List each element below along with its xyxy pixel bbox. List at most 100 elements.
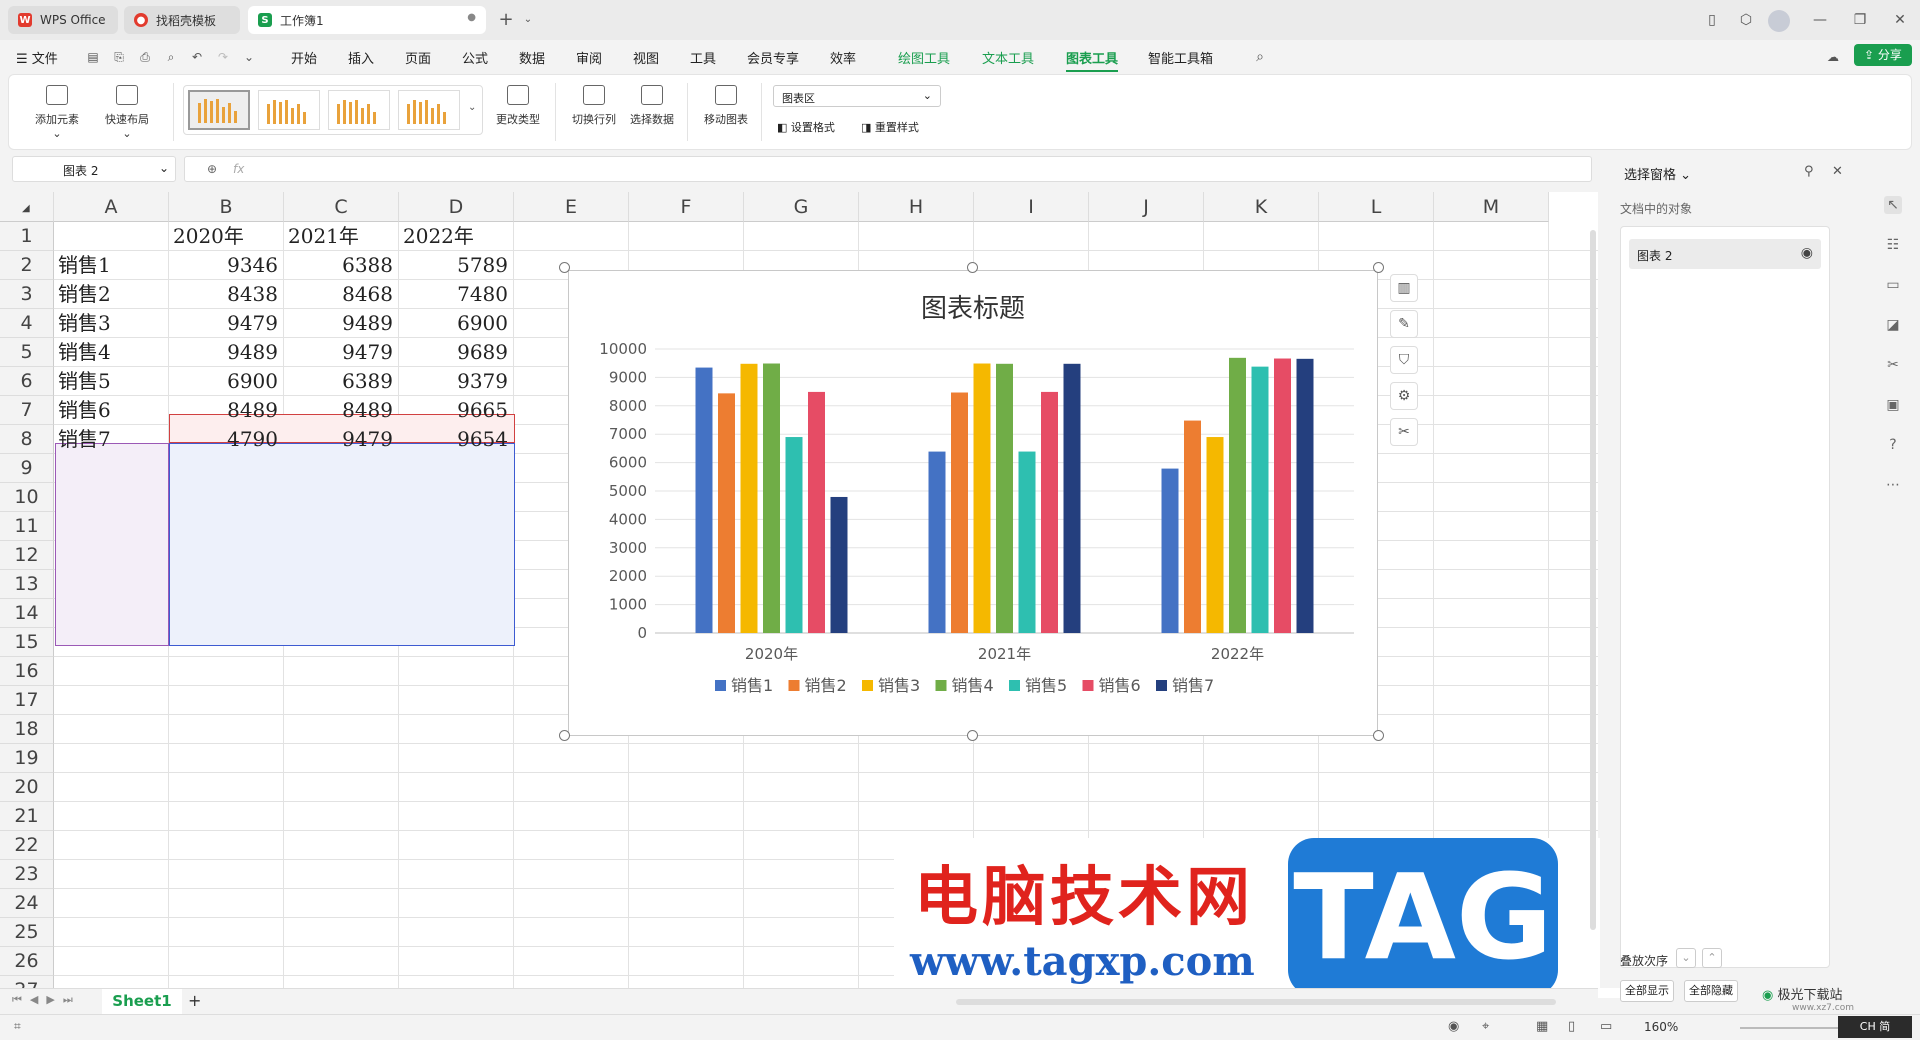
menu-review[interactable]: 审阅 — [576, 48, 602, 67]
move-chart-button[interactable]: 移动图表 — [701, 85, 751, 127]
normal-view-icon[interactable]: ▦ — [1536, 1019, 1548, 1034]
row-header[interactable]: 26 — [0, 947, 54, 976]
resize-handle[interactable] — [967, 262, 978, 273]
value-cell[interactable]: 6389 — [288, 367, 393, 396]
menu-page[interactable]: 页面 — [405, 48, 431, 67]
menu-text-tools[interactable]: 文本工具 — [982, 48, 1034, 67]
eye-protect-icon[interactable]: ◉ — [1448, 1019, 1459, 1034]
column-header-E[interactable]: E — [514, 192, 629, 222]
header-cell[interactable]: 2020年 — [173, 222, 280, 251]
row-header[interactable]: 13 — [0, 570, 54, 599]
fx-icon[interactable]: fx — [233, 162, 244, 176]
column-header-C[interactable]: C — [284, 192, 399, 222]
column-header-F[interactable]: F — [629, 192, 744, 222]
column-header-G[interactable]: G — [744, 192, 859, 222]
unsaved-dot-icon[interactable]: ● — [467, 12, 476, 23]
menu-view[interactable]: 视图 — [633, 48, 659, 67]
resize-handle[interactable] — [1373, 730, 1384, 741]
more-chevron-icon[interactable]: ⌄ — [242, 50, 256, 64]
undo-icon[interactable]: ↶ — [190, 50, 204, 64]
row-header[interactable]: 23 — [0, 860, 54, 889]
zoom-slider[interactable] — [1740, 1027, 1840, 1029]
resize-handle[interactable] — [559, 730, 570, 741]
save-icon[interactable]: ▤ — [86, 50, 100, 64]
menu-efficiency[interactable]: 效率 — [830, 48, 856, 67]
value-cell[interactable]: 9489 — [173, 338, 278, 367]
search-icon[interactable]: ⌕ — [1253, 50, 1267, 64]
value-cell[interactable]: 5789 — [403, 251, 508, 280]
properties-icon[interactable]: ☷ — [1884, 236, 1902, 254]
cube-icon[interactable]: ⬡ — [1736, 10, 1756, 30]
column-header-B[interactable]: B — [169, 192, 284, 222]
show-all-button[interactable]: 全部显示 — [1620, 980, 1674, 1002]
change-type-button[interactable]: 更改类型 — [493, 85, 543, 127]
resize-handle[interactable] — [559, 262, 570, 273]
reset-style-button[interactable]: ◨ 重置样式 — [861, 119, 919, 135]
horizontal-scrollbar[interactable] — [956, 999, 1556, 1005]
share-button[interactable]: ⇪ 分享 — [1854, 44, 1912, 66]
move-up-icon[interactable]: ⌃ — [1702, 948, 1722, 968]
print-icon[interactable]: ⎙ — [138, 50, 152, 64]
value-cell[interactable]: 9379 — [403, 367, 508, 396]
column-header-J[interactable]: J — [1089, 192, 1204, 222]
value-cell[interactable]: 9479 — [288, 425, 393, 454]
column-header-K[interactable]: K — [1204, 192, 1319, 222]
resize-handle[interactable] — [1373, 262, 1384, 273]
selection-pane-title[interactable]: 选择窗格 ⌄ — [1624, 164, 1691, 183]
row-header[interactable]: 2 — [0, 251, 54, 280]
set-format-button[interactable]: ◧ 设置格式 — [777, 119, 835, 135]
value-cell[interactable]: 9665 — [403, 396, 508, 425]
zoom-level[interactable]: 160% — [1644, 1020, 1678, 1034]
row-header[interactable]: 17 — [0, 686, 54, 715]
label-cell[interactable]: 销售3 — [58, 309, 165, 338]
print-preview-icon[interactable]: ⌕ — [164, 50, 178, 64]
row-header[interactable]: 19 — [0, 744, 54, 773]
pin-icon[interactable]: ⚲ — [1804, 164, 1814, 179]
chart-style-brush-icon[interactable]: ✎ — [1390, 310, 1418, 338]
read-view-icon[interactable]: ▭ — [1600, 1019, 1612, 1034]
add-element-button[interactable]: 添加元素 ⌄ — [29, 85, 85, 140]
row-header[interactable]: 25 — [0, 918, 54, 947]
row-header[interactable]: 3 — [0, 280, 54, 309]
row-header[interactable]: 24 — [0, 889, 54, 918]
help-icon[interactable]: ? — [1884, 436, 1902, 454]
value-cell[interactable]: 9346 — [173, 251, 278, 280]
value-cell[interactable]: 7480 — [403, 280, 508, 309]
column-header-D[interactable]: D — [399, 192, 514, 222]
column-header-I[interactable]: I — [974, 192, 1089, 222]
row-header[interactable]: 20 — [0, 773, 54, 802]
quick-layout-button[interactable]: 快速布局 ⌄ — [99, 85, 155, 140]
column-header-L[interactable]: L — [1319, 192, 1434, 222]
row-header[interactable]: 18 — [0, 715, 54, 744]
chart-style-thumb[interactable] — [398, 90, 460, 130]
label-cell[interactable]: 销售7 — [58, 425, 165, 454]
chart-style-thumb[interactable] — [328, 90, 390, 130]
shape-icon[interactable]: ◪ — [1884, 316, 1902, 334]
name-box[interactable]: 图表 2 ⌄ — [12, 156, 176, 182]
minimize-icon[interactable]: — — [1810, 10, 1830, 30]
row-header[interactable]: 16 — [0, 657, 54, 686]
menu-member[interactable]: 会员专享 — [747, 48, 799, 67]
more-icon[interactable]: ⋯ — [1884, 476, 1902, 494]
vertical-scrollbar[interactable] — [1590, 230, 1596, 930]
value-cell[interactable]: 9654 — [403, 425, 508, 454]
label-cell[interactable]: 销售4 — [58, 338, 165, 367]
column-header-H[interactable]: H — [859, 192, 974, 222]
value-cell[interactable]: 9479 — [173, 309, 278, 338]
label-cell[interactable]: 销售5 — [58, 367, 165, 396]
avatar[interactable] — [1768, 10, 1790, 32]
resize-handle[interactable] — [967, 730, 978, 741]
chevron-down-icon[interactable]: ⌄ — [518, 10, 538, 30]
row-header[interactable]: 27 — [0, 976, 54, 988]
menu-smart-toolbox[interactable]: 智能工具箱 — [1148, 48, 1213, 67]
chart-style-thumb[interactable] — [258, 90, 320, 130]
status-macro-icon[interactable]: ⌗ — [14, 1019, 21, 1034]
redo-icon[interactable]: ↷ — [216, 50, 230, 64]
row-header[interactable]: 9 — [0, 454, 54, 483]
chart-area-select[interactable]: 图表区 ⌄ — [773, 85, 941, 107]
row-header[interactable]: 8 — [0, 425, 54, 454]
menu-data[interactable]: 数据 — [519, 48, 545, 67]
gallery-expand-icon[interactable]: ⌄ — [468, 102, 476, 113]
header-cell[interactable]: 2022年 — [403, 222, 510, 251]
eye-icon[interactable]: ◉ — [1801, 245, 1813, 261]
